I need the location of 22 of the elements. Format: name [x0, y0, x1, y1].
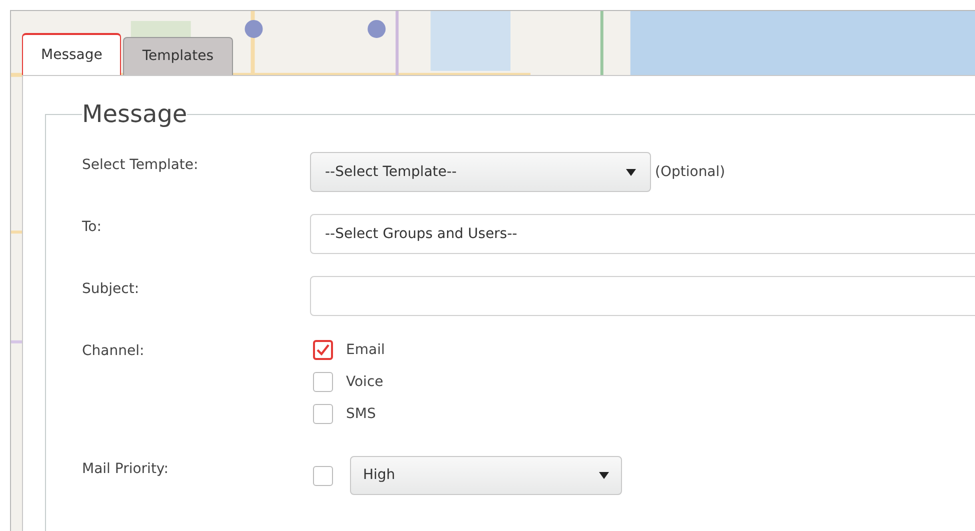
template-dropdown[interactable]: --Select Template--: [310, 152, 651, 192]
subject-field[interactable]: [310, 276, 975, 316]
tab[interactable]: Message: [22, 33, 122, 75]
checkbox[interactable]: [313, 466, 333, 486]
tab[interactable]: Templates: [123, 37, 233, 75]
field-label: To:: [82, 218, 102, 237]
priority-dropdown[interactable]: High: [350, 456, 622, 495]
caret-icon: [599, 472, 609, 479]
optional-note: (Optional): [655, 163, 726, 182]
field-label: Channel:: [82, 342, 146, 361]
fieldset-legend: Message: [82, 96, 188, 132]
caret-icon: [626, 168, 636, 176]
field-label: Subject:: [82, 280, 140, 299]
option-label: SMS: [346, 404, 376, 424]
checkbox[interactable]: [313, 340, 333, 360]
field-label: Select Template:: [82, 156, 200, 175]
field-label: Mail Priority:: [82, 460, 170, 479]
option-label: Voice: [346, 372, 384, 392]
checkbox[interactable]: [313, 404, 333, 424]
recipients-field[interactable]: --Select Groups and Users--: [310, 214, 975, 254]
option-label: Email: [346, 340, 385, 360]
checkbox[interactable]: [313, 372, 333, 392]
